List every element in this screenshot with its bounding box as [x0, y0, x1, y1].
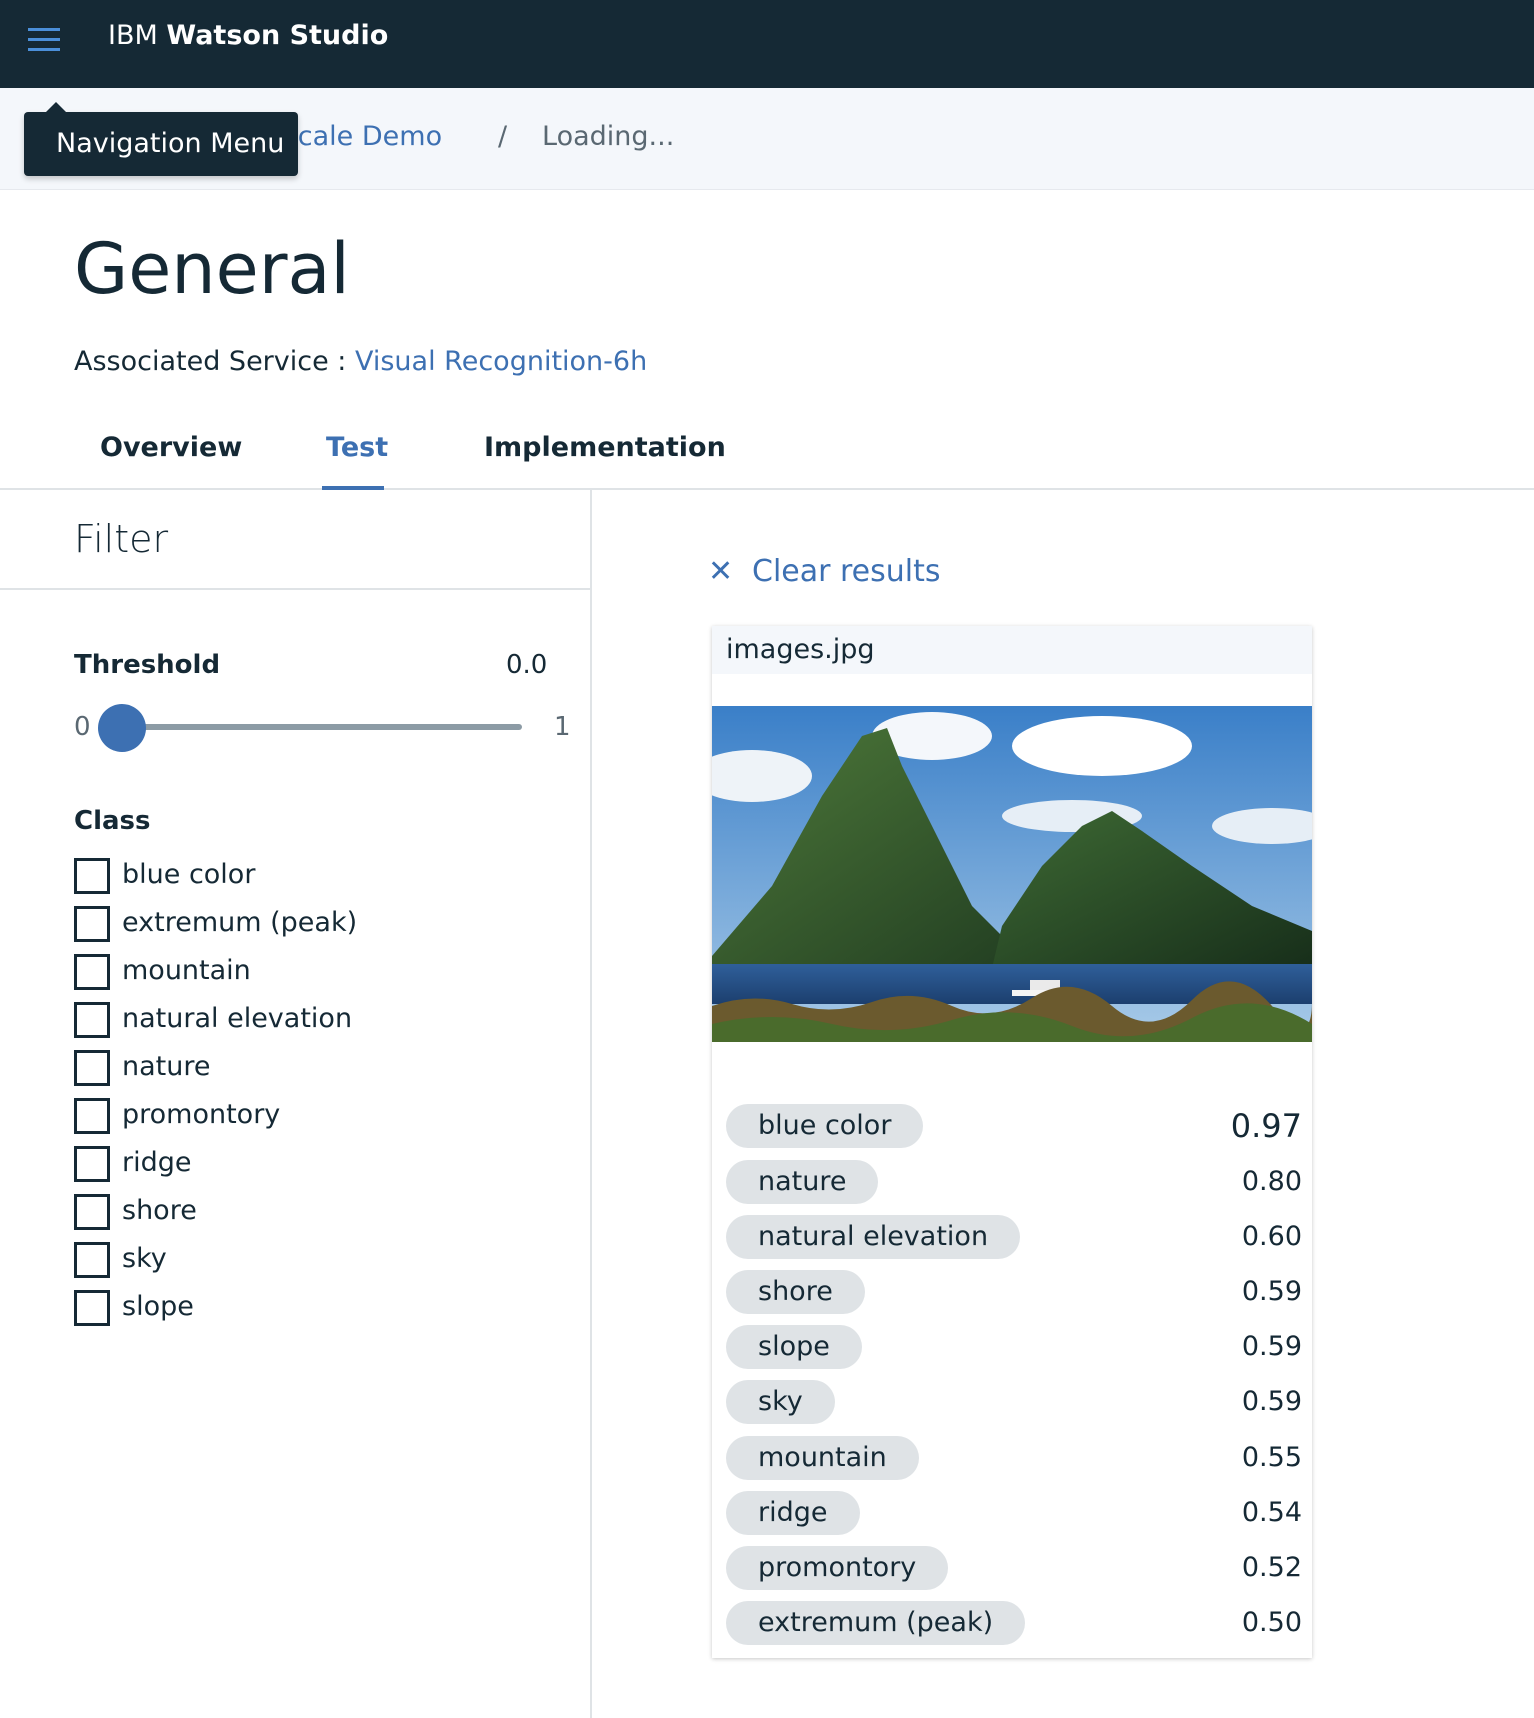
- filter-divider: [0, 588, 592, 590]
- close-icon: ✕: [708, 554, 734, 589]
- class-filter-label: sky: [122, 1243, 167, 1274]
- hamburger-menu-icon[interactable]: [24, 20, 64, 60]
- class-filter-item[interactable]: shore: [74, 1190, 494, 1238]
- class-checkbox[interactable]: [74, 1050, 110, 1086]
- associated-service-label: Associated Service :: [74, 346, 355, 377]
- tab-bar: Overview Test Implementation: [0, 420, 1534, 490]
- class-checkbox[interactable]: [74, 954, 110, 990]
- tab-implementation[interactable]: Implementation: [484, 430, 726, 466]
- result-tag[interactable]: blue color: [726, 1104, 924, 1148]
- result-row: natural elevation 0.60: [726, 1215, 1302, 1261]
- class-checkbox[interactable]: [74, 906, 110, 942]
- class-filter-item[interactable]: natural elevation: [74, 998, 494, 1046]
- breadcrumb-current: Loading...: [542, 121, 675, 152]
- result-score: 0.59: [1241, 1331, 1302, 1362]
- slider-min-label: 0: [74, 712, 91, 742]
- result-tag[interactable]: mountain: [726, 1436, 919, 1480]
- class-checkbox[interactable]: [74, 1290, 110, 1326]
- threshold-slider-track[interactable]: [122, 724, 522, 730]
- class-filter-item[interactable]: ridge: [74, 1142, 494, 1190]
- threshold-value: 0.0: [506, 650, 548, 680]
- breadcrumb-separator: /: [498, 121, 508, 152]
- class-checkbox[interactable]: [74, 1146, 110, 1182]
- class-checkbox[interactable]: [74, 1098, 110, 1134]
- result-tag[interactable]: nature: [726, 1160, 879, 1204]
- result-score: 0.59: [1241, 1276, 1302, 1307]
- class-filter-item[interactable]: nature: [74, 1046, 494, 1094]
- result-score: 0.55: [1241, 1442, 1302, 1473]
- result-score: 0.97: [1230, 1107, 1302, 1145]
- class-filter-label: mountain: [122, 955, 251, 986]
- top-bar: IBM Watson Studio: [0, 0, 1534, 88]
- result-tag[interactable]: ridge: [726, 1491, 860, 1535]
- result-tag[interactable]: natural elevation: [726, 1215, 1021, 1259]
- threshold-label: Threshold: [74, 650, 221, 680]
- result-score: 0.50: [1241, 1607, 1302, 1638]
- clear-results-label: Clear results: [752, 554, 941, 589]
- app-title[interactable]: IBM Watson Studio: [108, 20, 388, 52]
- result-tag[interactable]: slope: [726, 1325, 862, 1369]
- class-filter-list: blue color extremum (peak) mountain natu…: [74, 854, 494, 1334]
- class-label: Class: [74, 806, 151, 836]
- class-filter-label: blue color: [122, 859, 256, 890]
- class-checkbox[interactable]: [74, 1002, 110, 1038]
- class-checkbox[interactable]: [74, 1194, 110, 1230]
- brand-ibm: IBM: [108, 20, 167, 51]
- result-card: images.jpg blue color 0.97 nature 0.80 n…: [712, 626, 1312, 1658]
- class-filter-label: promontory: [122, 1099, 281, 1130]
- result-score: 0.60: [1241, 1221, 1302, 1252]
- class-filter-label: ridge: [122, 1147, 192, 1178]
- result-row: promontory 0.52: [726, 1546, 1302, 1592]
- slider-max-label: 1: [554, 712, 571, 742]
- result-row: ridge 0.54: [726, 1491, 1302, 1537]
- threshold-slider-handle[interactable]: [98, 704, 146, 752]
- result-tag[interactable]: shore: [726, 1270, 865, 1314]
- class-checkbox[interactable]: [74, 1242, 110, 1278]
- result-row: blue color 0.97: [726, 1104, 1302, 1150]
- class-filter-item[interactable]: promontory: [74, 1094, 494, 1142]
- class-filter-item[interactable]: blue color: [74, 854, 494, 902]
- page-title: General: [74, 228, 350, 310]
- result-card-header: images.jpg: [712, 626, 1312, 674]
- result-image: [712, 706, 1312, 1042]
- class-filter-label: natural elevation: [122, 1003, 353, 1034]
- result-score: 0.80: [1241, 1166, 1302, 1197]
- class-filter-label: extremum (peak): [122, 907, 358, 938]
- result-row: slope 0.59: [726, 1325, 1302, 1371]
- result-row: nature 0.80: [726, 1160, 1302, 1206]
- associated-service: Associated Service : Visual Recognition-…: [74, 344, 647, 380]
- result-score: 0.52: [1241, 1552, 1302, 1583]
- brand-product: Watson Studio: [166, 20, 389, 51]
- result-tag[interactable]: promontory: [726, 1546, 949, 1590]
- filter-title: Filter: [74, 517, 169, 561]
- tab-test[interactable]: Test: [326, 430, 388, 466]
- result-score: 0.54: [1241, 1497, 1302, 1528]
- result-row: shore 0.59: [726, 1270, 1302, 1316]
- class-filter-label: nature: [122, 1051, 211, 1082]
- class-filter-label: shore: [122, 1195, 197, 1226]
- result-row: extremum (peak) 0.50: [726, 1601, 1302, 1647]
- class-checkbox[interactable]: [74, 858, 110, 894]
- result-tag[interactable]: sky: [726, 1380, 835, 1424]
- result-row: sky 0.59: [726, 1380, 1302, 1426]
- class-filter-item[interactable]: sky: [74, 1238, 494, 1286]
- class-filter-item[interactable]: mountain: [74, 950, 494, 998]
- result-score: 0.59: [1241, 1386, 1302, 1417]
- filter-panel: Filter Threshold 0.0 0 1 Class blue colo…: [0, 490, 592, 1718]
- class-filter-item[interactable]: slope: [74, 1286, 494, 1334]
- associated-service-link[interactable]: Visual Recognition-6h: [355, 346, 647, 377]
- result-tag[interactable]: extremum (peak): [726, 1601, 1026, 1645]
- navigation-menu-tooltip: Navigation Menu: [24, 102, 298, 176]
- image-filename: images.jpg: [726, 634, 875, 665]
- class-filter-item[interactable]: extremum (peak): [74, 902, 494, 950]
- result-row: mountain 0.55: [726, 1436, 1302, 1482]
- tab-overview[interactable]: Overview: [100, 430, 242, 466]
- class-filter-label: slope: [122, 1291, 194, 1322]
